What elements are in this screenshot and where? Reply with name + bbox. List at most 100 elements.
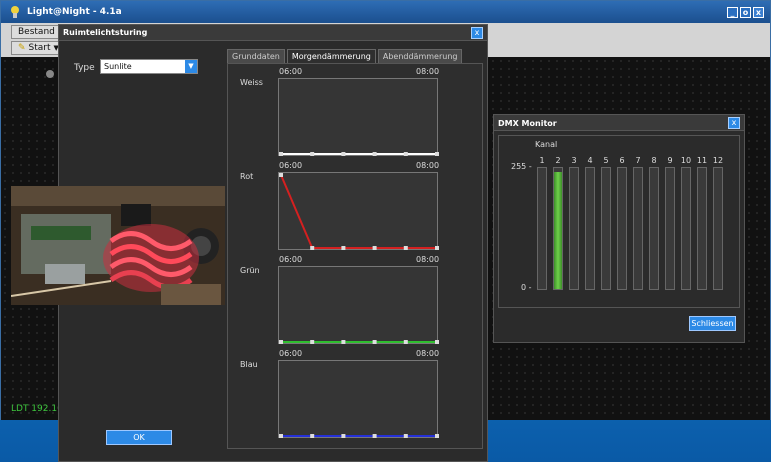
menu-bestand[interactable]: Bestand bbox=[11, 25, 62, 39]
tab-morgendammerung[interactable]: Morgendämmerung bbox=[286, 49, 376, 63]
curve-handle[interactable] bbox=[435, 152, 439, 156]
channel-bar bbox=[601, 167, 611, 290]
graph-label: Weiss bbox=[240, 78, 263, 87]
curve-handle[interactable] bbox=[403, 434, 408, 438]
channel-number: 6 bbox=[619, 156, 625, 165]
graph-canvas[interactable] bbox=[278, 360, 439, 438]
app-title: Light@Night - 4.1a bbox=[27, 7, 122, 17]
chevron-down-icon[interactable]: ▼ bbox=[185, 60, 197, 73]
channel-number: 12 bbox=[712, 156, 724, 165]
channel-bar bbox=[553, 167, 563, 290]
scale-min-label: 0 - bbox=[521, 283, 532, 292]
graph-end-time: 08:00 bbox=[416, 255, 440, 264]
graph-canvas[interactable] bbox=[278, 78, 439, 156]
graph-plot bbox=[279, 340, 439, 344]
dialog-title: Ruimtelichtsturing bbox=[63, 28, 148, 37]
channel-number: 11 bbox=[696, 156, 708, 165]
dmx-monitor-window: DMX Monitor x Kanal 255 - 0 - 1234567891… bbox=[493, 114, 745, 343]
curve-handle[interactable] bbox=[341, 152, 346, 156]
curve-handle[interactable] bbox=[341, 246, 346, 250]
channel-number: 5 bbox=[603, 156, 609, 165]
curve-handle[interactable] bbox=[435, 246, 439, 250]
app-titlebar: Light@Night - 4.1a _ o x bbox=[1, 1, 770, 23]
channel-number: 3 bbox=[571, 156, 577, 165]
graph-end-time: 08:00 bbox=[416, 349, 440, 358]
curve-handle[interactable] bbox=[372, 434, 377, 438]
curve-handle[interactable] bbox=[372, 152, 377, 156]
curve-handle[interactable] bbox=[310, 152, 315, 156]
channel-bar bbox=[633, 167, 643, 290]
channel-number: 8 bbox=[651, 156, 657, 165]
scale-max-label: 255 - bbox=[511, 162, 532, 171]
dialog-titlebar: Ruimtelichtsturing x bbox=[59, 25, 487, 41]
graph-plot bbox=[279, 152, 439, 156]
graph-label: Grün bbox=[240, 266, 260, 275]
tab-abenddammerung[interactable]: Abenddämmerung bbox=[377, 49, 463, 63]
led-strip-photo bbox=[11, 186, 225, 305]
type-label: Type bbox=[74, 63, 95, 73]
curve-handle[interactable] bbox=[310, 246, 315, 250]
menu-start-label: Start bbox=[28, 43, 51, 53]
curve-handle[interactable] bbox=[403, 152, 408, 156]
curve-handle[interactable] bbox=[435, 340, 439, 344]
channel-bar bbox=[713, 167, 723, 290]
channel-level bbox=[554, 171, 562, 289]
lightbulb-icon bbox=[9, 6, 21, 18]
graph-start-time: 06:00 bbox=[279, 349, 303, 358]
graph-label: Blau bbox=[240, 360, 258, 369]
dmx-close-button[interactable]: x bbox=[728, 117, 740, 129]
dialog-close-button[interactable]: x bbox=[471, 27, 483, 39]
curve-handle[interactable] bbox=[310, 340, 315, 344]
minimize-button[interactable]: _ bbox=[727, 7, 738, 18]
window-controls: _ o x bbox=[727, 7, 764, 18]
tab-grunddaten[interactable]: Grunddaten bbox=[227, 49, 285, 63]
channel-number: 9 bbox=[667, 156, 673, 165]
ruimtelichtsturing-dialog: Ruimtelichtsturing x Type Sunlite ▼ OK G… bbox=[11, 24, 488, 462]
graph-rot: 06:00 08:00 Rot bbox=[228, 158, 482, 252]
graph-blau: 06:00 08:00 Blau bbox=[228, 346, 482, 440]
schliessen-button[interactable]: Schliessen bbox=[689, 316, 736, 331]
channel-number: 2 bbox=[555, 156, 561, 165]
curve-handle[interactable] bbox=[435, 434, 439, 438]
graph-start-time: 06:00 bbox=[279, 67, 303, 76]
curve-handle[interactable] bbox=[310, 434, 315, 438]
graph-start-time: 06:00 bbox=[279, 255, 303, 264]
graph-grun: 06:00 08:00 Grün bbox=[228, 252, 482, 346]
graph-plot bbox=[279, 173, 439, 250]
channel-number: 1 bbox=[539, 156, 545, 165]
curve-handle[interactable] bbox=[279, 434, 283, 438]
channel-bar bbox=[585, 167, 595, 290]
graph-canvas[interactable] bbox=[278, 172, 439, 250]
curve-handle[interactable] bbox=[279, 340, 283, 344]
maximize-button[interactable]: o bbox=[740, 7, 751, 18]
graph-label: Rot bbox=[240, 172, 254, 181]
graph-canvas[interactable] bbox=[278, 266, 439, 344]
curve-handle[interactable] bbox=[403, 246, 408, 250]
workspace-node[interactable] bbox=[46, 70, 54, 78]
dialog-tabs: Grunddaten Morgendämmerung Abenddämmerun… bbox=[227, 49, 463, 63]
kanal-label: Kanal bbox=[535, 140, 558, 149]
preview-photo bbox=[11, 186, 225, 305]
graph-plot bbox=[279, 434, 439, 438]
curve-handle[interactable] bbox=[279, 173, 283, 177]
curve-handle[interactable] bbox=[279, 152, 283, 156]
curve-line bbox=[280, 174, 437, 249]
graph-end-time: 08:00 bbox=[416, 67, 440, 76]
curve-handle[interactable] bbox=[403, 340, 408, 344]
type-select[interactable]: Sunlite ▼ bbox=[100, 59, 198, 74]
curve-handle[interactable] bbox=[372, 246, 377, 250]
curve-handle[interactable] bbox=[341, 340, 346, 344]
curve-handle[interactable] bbox=[372, 340, 377, 344]
dmx-title: DMX Monitor bbox=[498, 119, 557, 128]
wand-icon: ✎ bbox=[18, 43, 26, 53]
channel-number: 7 bbox=[635, 156, 641, 165]
channel-number: 10 bbox=[680, 156, 692, 165]
ok-button[interactable]: OK bbox=[106, 430, 172, 445]
channel-bar bbox=[649, 167, 659, 290]
curve-handle[interactable] bbox=[341, 434, 346, 438]
graph-weiss: 06:00 08:00 Weiss bbox=[228, 64, 482, 158]
channel-bar bbox=[537, 167, 547, 290]
type-select-value: Sunlite bbox=[104, 62, 132, 71]
channel-bar bbox=[665, 167, 675, 290]
close-window-button[interactable]: x bbox=[753, 7, 764, 18]
